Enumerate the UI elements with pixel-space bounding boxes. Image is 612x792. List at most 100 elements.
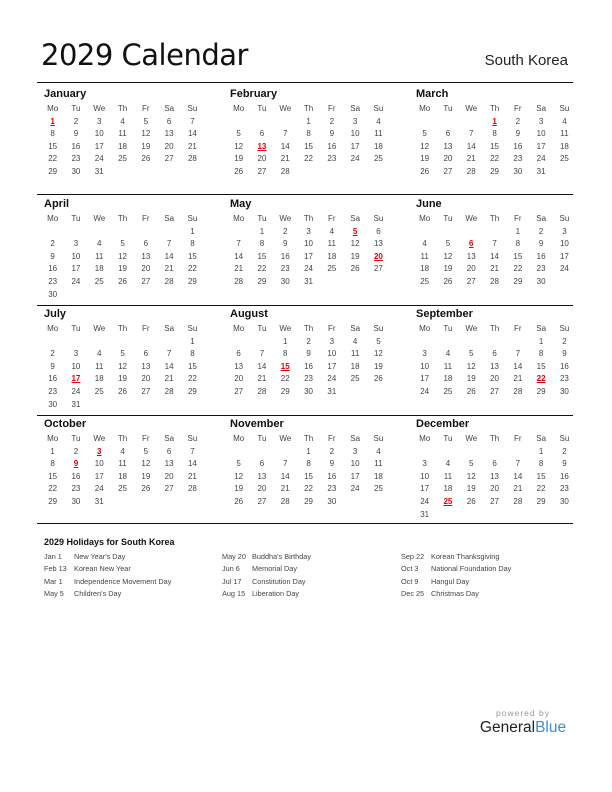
holiday-name: Korean Thanksgiving — [431, 552, 500, 561]
empty-cell — [483, 336, 506, 349]
day-cell: 21 — [187, 471, 197, 481]
month-name: September — [416, 308, 473, 320]
day-cell: 2 — [329, 446, 335, 456]
day-cell: 7 — [190, 446, 195, 456]
weekday-header: Th — [489, 214, 500, 223]
day-cell: 4 — [120, 116, 125, 126]
day-cell: 20 — [141, 264, 151, 274]
day-cell: 8 — [190, 349, 195, 359]
day-cell: 9 — [50, 251, 55, 261]
day-cell: 23 — [304, 374, 313, 384]
weekday-header: Sa — [536, 104, 547, 113]
empty-cell — [88, 336, 111, 349]
weekday-header: Sa — [164, 104, 175, 113]
day-cell: 30 — [48, 289, 58, 299]
day-cell: 18 — [443, 484, 453, 494]
day-cell: 24 — [71, 386, 81, 396]
holiday-item: Jan 1 New Year's Day — [44, 551, 171, 563]
weekday-header: Th — [117, 104, 128, 113]
day-cell: 13 — [490, 361, 499, 371]
holiday-date: Mar 1 — [44, 576, 63, 586]
month-name: November — [230, 418, 284, 430]
day-cell: 11 — [374, 459, 383, 469]
month-january: January Mo Tu We Th Fr Sa Su 1 2 3 4 5 6 7 8 9 10 11 12 13 14… — [41, 87, 201, 179]
day-cell: 4 — [445, 349, 451, 359]
day-cell: 13 — [443, 141, 453, 151]
day-cell: 8 — [492, 129, 497, 139]
day-cell: 26 — [118, 276, 127, 286]
weekday-header: We — [465, 324, 478, 333]
day-cell: 9 — [50, 361, 55, 371]
day-cell: 12 — [350, 239, 360, 249]
month-name: October — [44, 418, 87, 430]
day-cell: 1 — [190, 226, 195, 236]
day-cell: 15 — [304, 471, 313, 481]
day-cell: 8 — [306, 129, 311, 139]
day-cell: 29 — [490, 166, 499, 176]
day-cell: 9 — [283, 239, 288, 249]
day-cell: 5 — [376, 336, 381, 346]
day-cell: 11 — [118, 459, 127, 469]
weekday-header: Tu — [257, 434, 267, 443]
day-cell: 31 — [71, 399, 81, 409]
weekday-header: Mo — [419, 434, 431, 443]
day-cell: 7 — [515, 349, 521, 359]
day-cell: 21 — [257, 374, 267, 384]
day-cell: 17 — [350, 471, 360, 481]
day-cell: 5 — [143, 446, 149, 456]
day-cell: 14 — [513, 471, 523, 481]
weekday-header: Su — [559, 434, 570, 443]
weekday-header: Sa — [350, 104, 361, 113]
day-cell: 14 — [280, 471, 290, 481]
day-cell: 18 — [94, 374, 104, 384]
holiday-name: New Year's Day — [74, 552, 126, 561]
day-cell: 26 — [420, 166, 430, 176]
weekday-header: Su — [373, 434, 384, 443]
day-cell: 29 — [187, 386, 197, 396]
day-cell: 14 — [466, 141, 476, 151]
holiday-date: May 20 — [222, 552, 246, 561]
month-name: July — [44, 308, 67, 320]
day-cell: 15 — [536, 471, 546, 481]
day-cell: 16 — [536, 251, 546, 261]
day-cell: 23 — [513, 154, 523, 164]
day-cell: 28 — [513, 386, 523, 396]
day-cell: 10 — [559, 239, 569, 249]
day-cell: 31 — [94, 166, 104, 176]
empty-cell — [274, 116, 297, 129]
holiday-name: Christmas Day — [431, 588, 479, 598]
empty-cell — [227, 226, 250, 239]
day-cell: 10 — [420, 361, 430, 371]
day-cell: 11 — [95, 251, 104, 261]
day-cell: 17 — [420, 484, 430, 494]
day-cell: 9 — [73, 129, 79, 139]
weekday-header: Tu — [443, 214, 453, 223]
weekday-header: Mo — [47, 434, 59, 443]
day-cell: 22 — [513, 264, 523, 274]
weekday-header: Mo — [233, 214, 245, 223]
empty-cell — [250, 446, 273, 459]
holiday-item: May 5 Children's Day — [44, 588, 171, 600]
weekday-header: Mo — [47, 104, 59, 113]
day-cell: 17 — [327, 361, 337, 371]
day-cell: 27 — [141, 276, 151, 286]
weekday-header: Th — [117, 214, 128, 223]
brand-name: GeneralBlue — [470, 719, 576, 737]
day-cell: 11 — [95, 361, 104, 371]
day-cell: 23 — [536, 264, 546, 274]
day-cell: 6 — [259, 129, 265, 139]
day-cell: 24 — [71, 276, 81, 286]
day-cell: 1 — [306, 116, 311, 126]
empty-cell — [413, 116, 436, 129]
day-cell: 6 — [236, 349, 241, 359]
day-cell: 29 — [536, 386, 546, 396]
day-cell: 10 — [350, 129, 360, 139]
weekday-header: Mo — [419, 324, 431, 333]
day-cell: 14 — [513, 361, 523, 371]
day-cell: 3 — [306, 226, 311, 236]
day-cell: 9 — [538, 239, 544, 249]
weekday-header: We — [93, 434, 106, 443]
empty-cell — [460, 446, 483, 459]
holiday-date: Jul 17 — [222, 576, 242, 586]
empty-cell — [413, 446, 436, 459]
